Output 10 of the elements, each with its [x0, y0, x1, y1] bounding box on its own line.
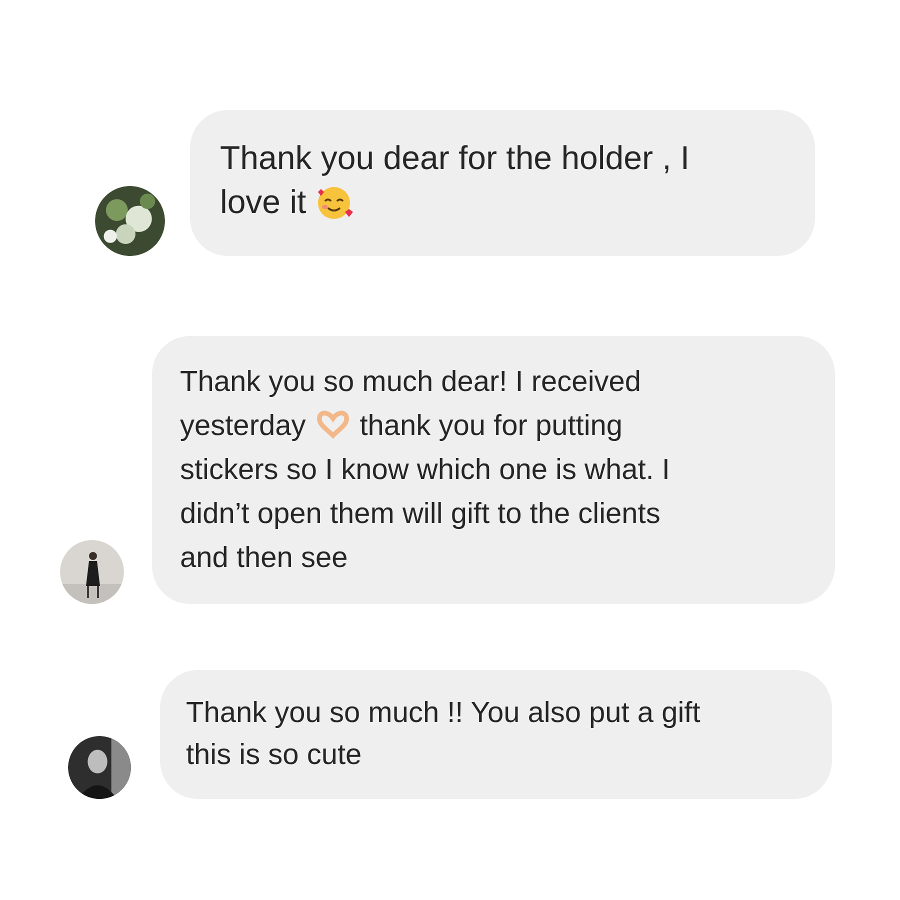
message-text: stickers so I know which one is what. I	[180, 453, 670, 488]
message-text: Thank you so much !! You also put a gift	[186, 696, 700, 731]
message-text: love it	[220, 182, 306, 222]
message-text: yesterday	[180, 409, 306, 444]
message-text: thank you for putting	[360, 409, 623, 444]
message-text: this is so cute	[186, 738, 362, 773]
message-text: Thank you so much dear! I received	[180, 365, 642, 400]
message-text: didn’t open them will gift to the clients	[180, 497, 660, 532]
message-text: Thank you dear for the holder , I	[220, 138, 690, 178]
message-text: and then see	[180, 541, 348, 576]
